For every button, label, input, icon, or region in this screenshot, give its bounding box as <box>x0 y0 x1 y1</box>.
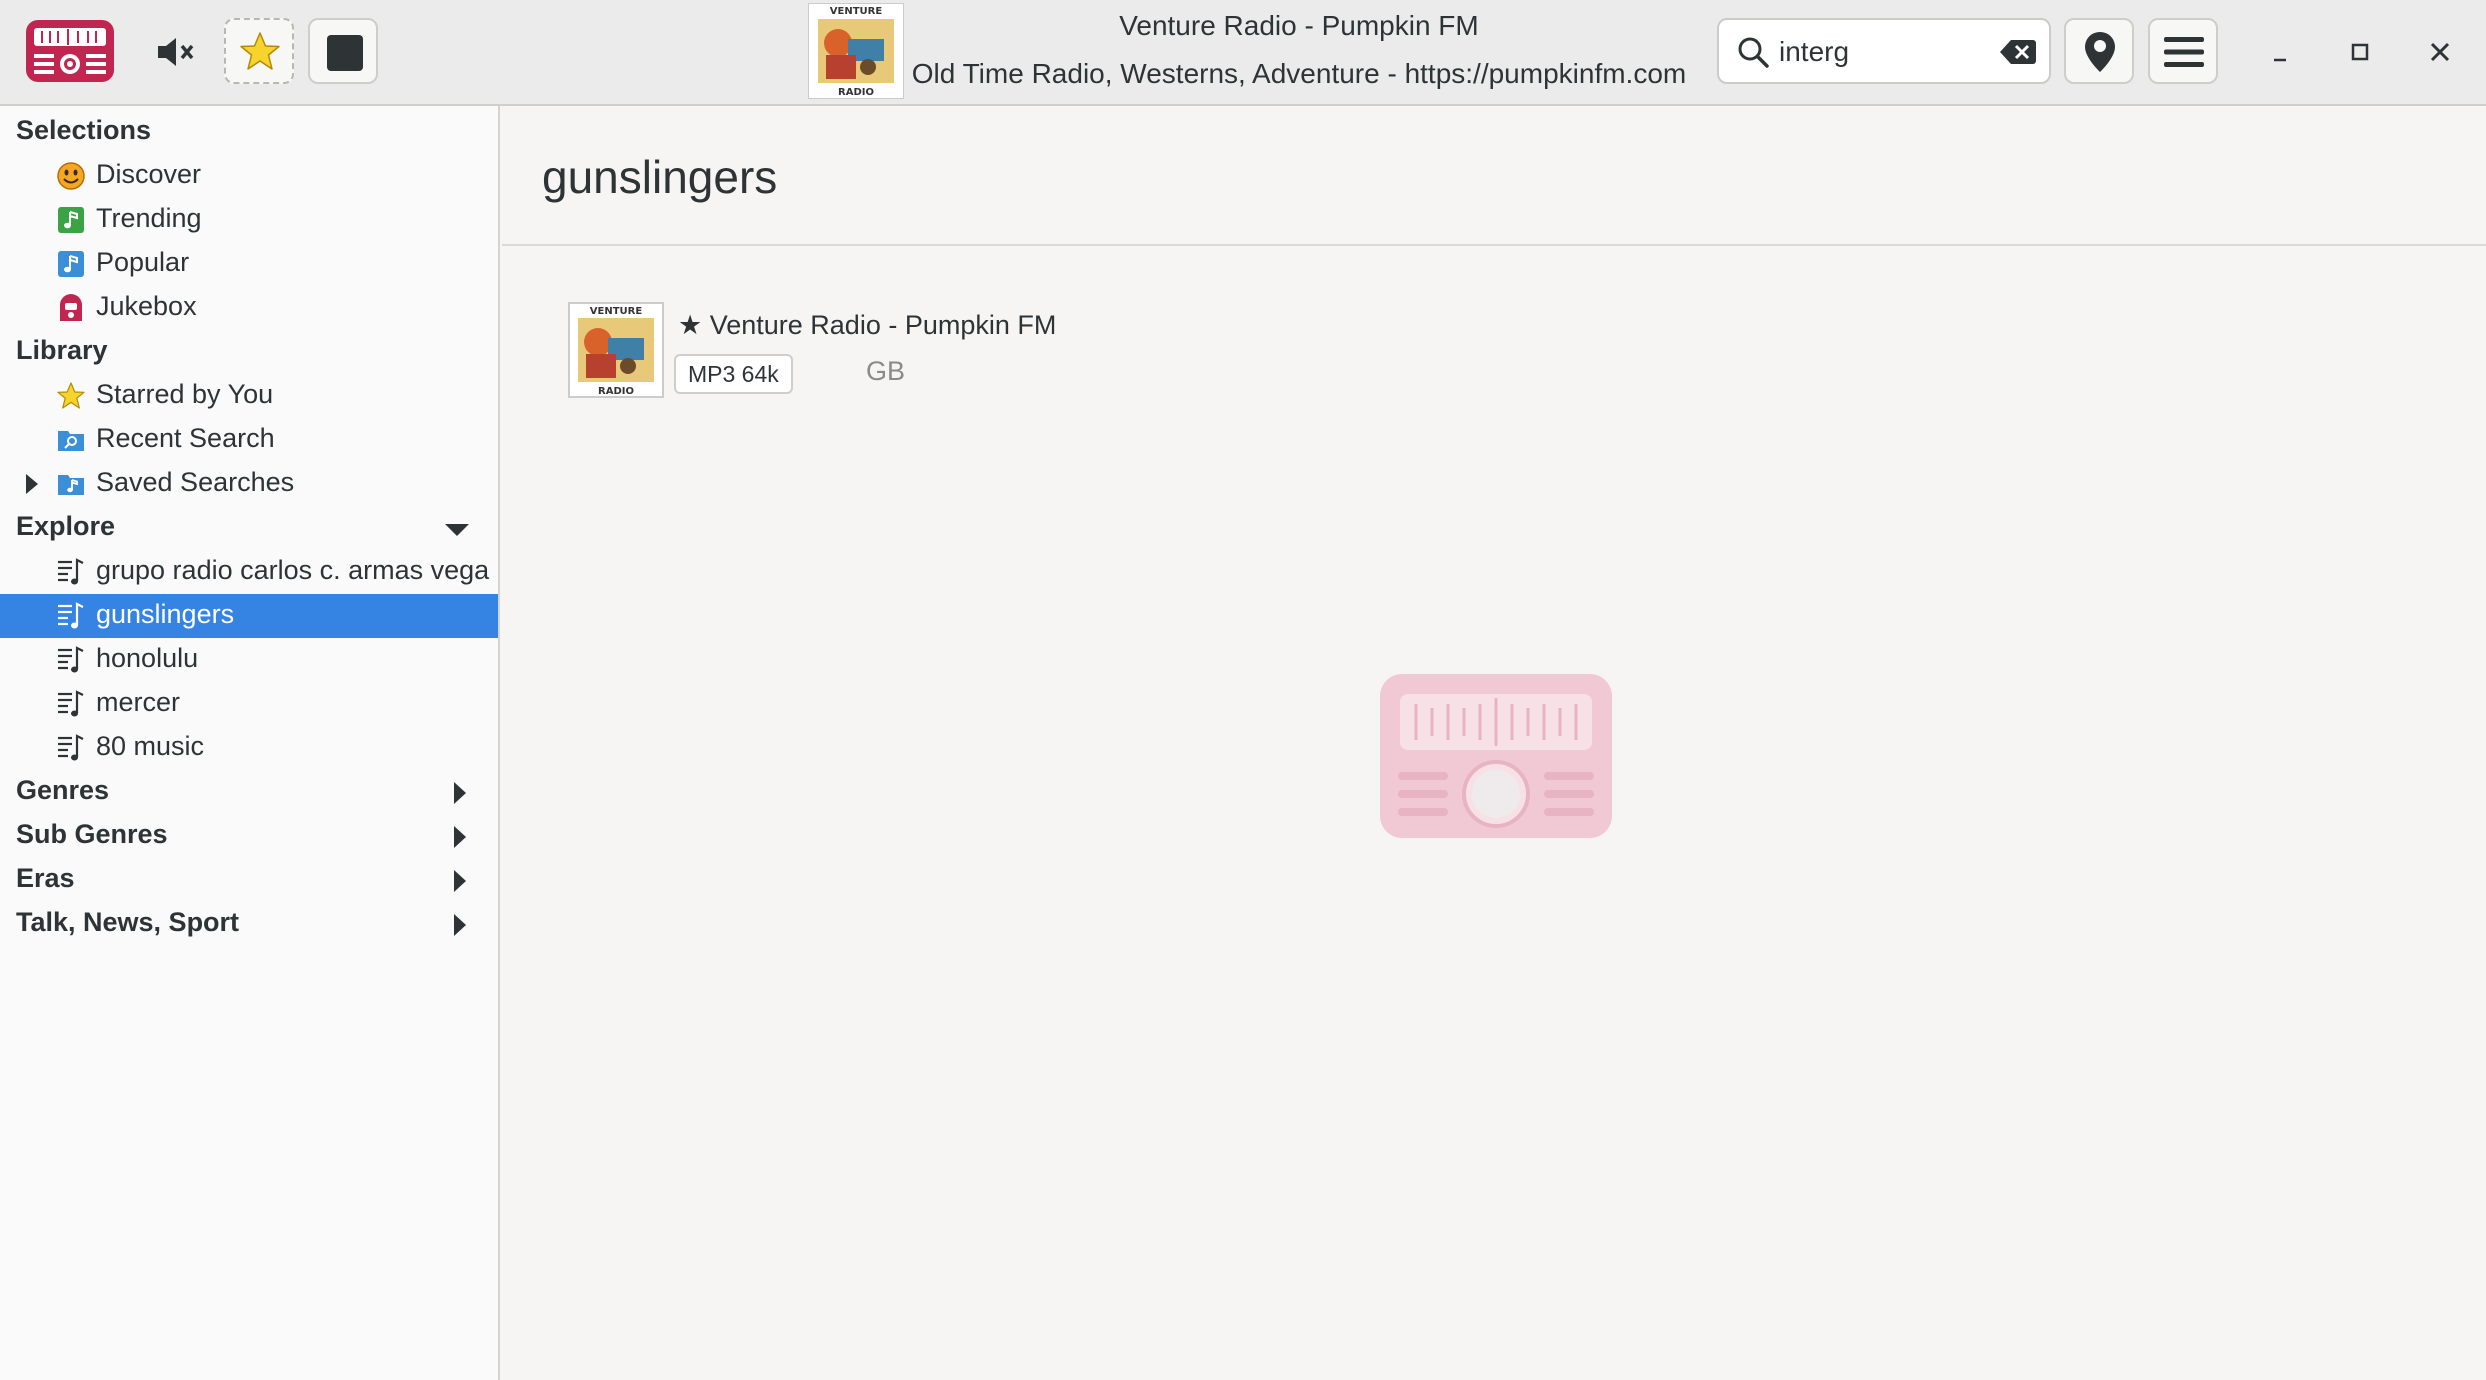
clear-icon[interactable] <box>1999 38 2037 66</box>
star-icon <box>240 32 280 70</box>
sidebar-item-explore[interactable]: grupo radio carlos c. armas vega <box>0 550 498 594</box>
sidebar-item-label: Trending <box>96 203 202 233</box>
maximize-icon[interactable] <box>2336 28 2384 76</box>
search-box[interactable] <box>1717 18 2051 84</box>
expand-arrow-icon[interactable] <box>452 869 468 893</box>
sidebar-item-label: grupo radio carlos c. armas vega <box>96 555 490 585</box>
collapse-arrow-icon[interactable] <box>444 522 470 538</box>
section-library[interactable]: Library <box>0 330 498 374</box>
star-button[interactable] <box>224 18 294 84</box>
sidebar-item-popular[interactable]: Popular <box>0 242 498 286</box>
sidebar-item-label: Starred by You <box>96 379 274 409</box>
sidebar-item-explore[interactable]: honolulu <box>0 638 498 682</box>
section-label: Library <box>16 335 108 365</box>
minimize-icon[interactable] <box>2256 28 2304 76</box>
sidebar-item-label: Recent Search <box>96 423 275 453</box>
stop-button[interactable] <box>308 18 378 84</box>
main-content: gunslingers VENTURE RADIO ★ Venture Radi… <box>502 106 2486 1380</box>
header-bar: VENTURE RADIO Venture Radio - Pumpkin FM… <box>0 0 2486 106</box>
radio-watermark-icon <box>1380 674 1612 838</box>
mute-icon[interactable] <box>152 30 198 74</box>
station-country: GB <box>866 356 906 386</box>
smiley-icon <box>57 162 85 190</box>
star-icon <box>57 382 85 409</box>
search-icon <box>1738 37 1769 68</box>
popular-icon <box>58 251 84 277</box>
section-label: Sub Genres <box>16 819 168 849</box>
search-input[interactable] <box>1779 32 1979 72</box>
section-label: Explore <box>16 511 116 541</box>
close-icon[interactable] <box>2416 28 2464 76</box>
app-logo-icon[interactable] <box>24 18 116 84</box>
sidebar-item-explore[interactable]: 80 music <box>0 726 498 770</box>
trending-icon <box>58 207 84 233</box>
main-menu-button[interactable] <box>2148 18 2218 84</box>
section-explore[interactable]: Explore <box>0 506 498 550</box>
playlist-icon <box>58 690 84 717</box>
location-button[interactable] <box>2064 18 2134 84</box>
codec-badge: MP3 64k <box>674 354 793 394</box>
playlist-icon <box>58 602 84 629</box>
sidebar-item-label: 80 music <box>96 731 205 761</box>
station-thumbnail: VENTURE RADIO <box>568 302 664 398</box>
playlist-icon <box>58 646 84 673</box>
sidebar-item-saved-searches[interactable]: Saved Searches <box>0 462 498 506</box>
expand-arrow-icon[interactable] <box>452 825 468 849</box>
recent-search-icon <box>58 431 84 451</box>
section-eras[interactable]: Eras <box>0 858 498 902</box>
sidebar-item-label: Jukebox <box>96 291 197 321</box>
playlist-icon <box>58 558 84 585</box>
location-icon <box>2085 32 2115 72</box>
sidebar-item-label: Saved Searches <box>96 467 295 497</box>
sidebar-item-label: mercer <box>96 687 181 717</box>
svg-text:RADIO: RADIO <box>598 386 634 397</box>
sidebar-item-jukebox[interactable]: Jukebox <box>0 286 498 330</box>
section-selections[interactable]: Selections <box>0 110 498 154</box>
jukebox-icon <box>60 294 82 321</box>
sidebar: Selections Discover Trending Popular Juk… <box>0 106 500 1380</box>
menu-icon <box>2164 37 2204 67</box>
sidebar-item-label: Discover <box>96 159 202 189</box>
divider <box>502 244 2486 246</box>
sidebar-item-explore[interactable]: mercer <box>0 682 498 726</box>
now-playing-subtitle: Old Time Radio, Westerns, Adventure - ht… <box>911 58 1687 89</box>
section-talk-news-sport[interactable]: Talk, News, Sport <box>0 902 498 946</box>
section-label: Eras <box>16 863 75 893</box>
expand-arrow-icon[interactable] <box>452 781 468 805</box>
svg-text:VENTURE: VENTURE <box>590 306 643 317</box>
sidebar-item-starred[interactable]: Starred by You <box>0 374 498 418</box>
station-list-item[interactable]: VENTURE RADIO ★ Venture Radio - Pumpkin … <box>568 302 1668 406</box>
section-genres[interactable]: Genres <box>0 770 498 814</box>
sidebar-item-label: honolulu <box>96 643 199 673</box>
now-playing-title: Venture Radio - Pumpkin FM <box>1119 10 1479 41</box>
playlist-icon <box>58 734 84 761</box>
section-label: Talk, News, Sport <box>16 907 240 937</box>
sidebar-item-label: Popular <box>96 247 190 277</box>
saved-searches-icon <box>58 475 84 495</box>
section-label: Genres <box>16 775 110 805</box>
station-name: ★ Venture Radio - Pumpkin FM <box>678 310 1057 340</box>
sidebar-item-label: gunslingers <box>96 599 235 629</box>
sidebar-item-discover[interactable]: Discover <box>0 154 498 198</box>
section-sub-genres[interactable]: Sub Genres <box>0 814 498 858</box>
svg-text:RADIO: RADIO <box>838 87 874 98</box>
sidebar-item-recent-search[interactable]: Recent Search <box>0 418 498 462</box>
section-label: Selections <box>16 115 152 145</box>
page-title: gunslingers <box>542 151 778 203</box>
now-playing-thumbnail: VENTURE RADIO <box>808 3 904 99</box>
expand-arrow-icon[interactable] <box>452 913 468 937</box>
stop-icon <box>327 35 363 71</box>
sidebar-item-explore-selected[interactable]: gunslingers <box>0 594 498 638</box>
svg-text:VENTURE: VENTURE <box>830 6 883 17</box>
sidebar-item-trending[interactable]: Trending <box>0 198 498 242</box>
expand-arrow-icon[interactable] <box>24 473 40 495</box>
